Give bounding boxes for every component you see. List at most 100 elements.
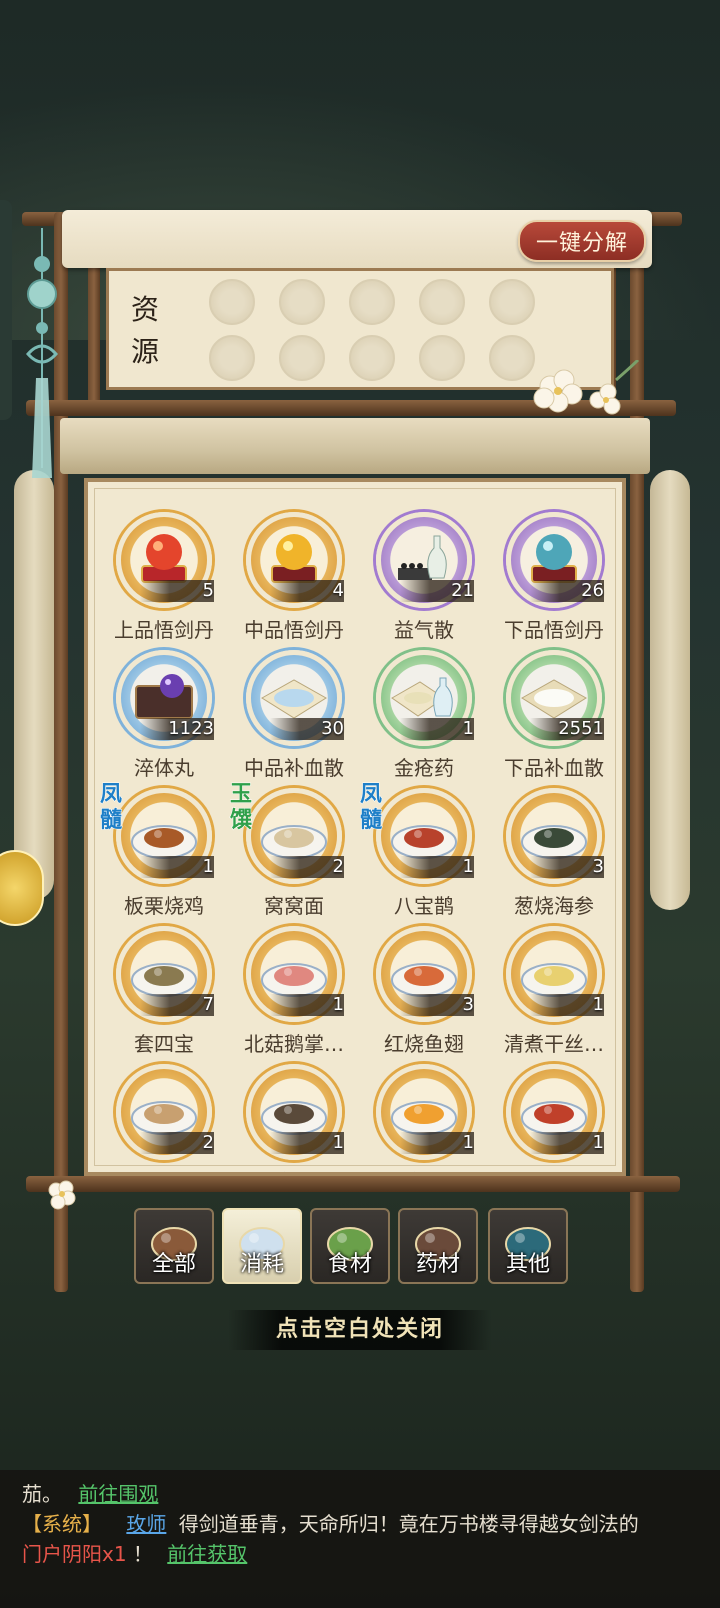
item-quality-tag: 玉馔 [230,782,253,834]
tab-label: 食材 [327,1252,372,1277]
flower-decoration-small-icon [48,1180,76,1210]
item-name: 红烧鱼翅 [384,1032,464,1056]
left-ribbon [14,470,54,900]
item-name: 清煮干丝… [504,1032,604,1056]
resource-slot[interactable] [279,335,325,381]
inventory-item[interactable]: 1 北菇鹅掌… [230,920,358,1056]
item-count: 2551 [558,718,604,739]
resource-slot[interactable] [349,335,395,381]
resource-slot[interactable] [279,279,325,325]
item-name: 上品悟剑丹 [114,618,214,642]
inventory-item[interactable]: 1燕窝米粉 [360,1058,488,1172]
inventory-item[interactable]: 1 八宝鹊 凤髓 [360,782,488,918]
inventory-item[interactable]: 1 金疮药 [360,644,488,780]
inventory-item[interactable]: 3 红烧鱼翅 [360,920,488,1056]
item-name: 燕窝甲鱼 [224,1166,364,1172]
item-quality-tag: 凤髓 [360,782,383,834]
resource-slot[interactable] [209,335,255,381]
tab-1[interactable]: 消耗 [222,1208,302,1284]
tab-3[interactable]: 药材 [398,1208,478,1284]
item-count: 1 [332,1132,344,1153]
left-inner-pole [88,262,100,412]
inventory-item[interactable]: 30 中品补血散 [230,644,358,780]
inventory-item[interactable]: 2 窝窝面 玉馔 [230,782,358,918]
resource-slot[interactable] [419,335,465,381]
item-name: 益气散 [394,618,454,642]
chat-text: ！ [132,1542,153,1566]
item-count: 1 [462,856,474,877]
item-name: 下品悟剑丹 [504,618,604,642]
inventory-item[interactable]: 4 中品悟剑丹 [230,506,358,642]
item-count: 7 [202,994,214,1015]
item-count: 1123 [168,718,214,739]
chat-reward: 门户阴阳x1 [22,1542,127,1566]
chat-system-tag: 【系统】 [22,1512,102,1536]
tab-label: 药材 [415,1252,460,1277]
item-name: 燕窝米粉 [354,1166,494,1172]
chat-player-name[interactable]: 玫师 [126,1512,166,1536]
tab-0[interactable]: 全部 [134,1208,214,1284]
resource-slot[interactable] [489,279,535,325]
jade-pendant-icon [26,228,58,478]
tab-2[interactable]: 食材 [310,1208,390,1284]
chat-message: 得剑道垂青，天命所归！竟在万书楼寻得越女剑法的 [178,1512,639,1536]
item-count: 1 [592,1132,604,1153]
item-count: 26 [581,580,604,601]
item-name: 套四宝 [134,1032,194,1056]
resource-slot[interactable] [349,279,395,325]
side-chat-button[interactable] [0,850,44,926]
tab-4[interactable]: 其他 [488,1208,568,1284]
item-count: 4 [332,580,344,601]
item-name: 葱烧海参 [514,894,594,918]
item-count: 21 [451,580,474,601]
inventory-item[interactable]: 1芋头焖鸡 [490,1058,618,1172]
decompose-all-button[interactable]: 一键分解 [518,220,646,262]
item-name: 鱼翅面 [94,1166,234,1172]
inventory-item[interactable]: 7 套四宝 [100,920,228,1056]
right-ribbon [650,470,690,910]
inventory-item[interactable]: 1123 淬体丸 [100,644,228,780]
inventory-item[interactable]: 21 益气散 [360,506,488,642]
chat-line-3: 门户阴阳x1 ！ 前往获取 [22,1538,247,1567]
inventory-item[interactable]: 1 清煮干丝… [490,920,618,1056]
inventory-paper: 5 上品悟剑丹 4 中品悟剑丹 21 益气散 26 下品悟剑丹 1123 淬体丸 30 中品补血散 1 金… [84,478,626,1176]
item-name: 中品悟剑丹 [244,618,344,642]
chat-link-obtain[interactable]: 前往获取 [167,1542,247,1566]
resource-label: 资源 [131,293,160,368]
item-name: 芋头焖鸡 [484,1166,622,1172]
item-count: 1 [202,856,214,877]
inventory-item[interactable]: 5 上品悟剑丹 [100,506,228,642]
inventory-item[interactable]: 1燕窝甲鱼 [230,1058,358,1172]
item-count: 1 [462,1132,474,1153]
bottom-rod [26,1176,680,1192]
item-name: 八宝鹊 [394,894,454,918]
resource-slot[interactable] [419,279,465,325]
item-name: 淬体丸 [134,756,194,780]
item-count: 3 [592,856,604,877]
item-count: 2 [332,856,344,877]
inventory-item[interactable]: 2551 下品补血散 [490,644,618,780]
item-name: 窝窝面 [264,894,324,918]
inventory-item[interactable]: 2鱼翅面 [100,1058,228,1172]
item-count: 1 [332,994,344,1015]
item-count: 3 [462,994,474,1015]
inventory-item[interactable]: 1 板栗烧鸡 凤髓 [100,782,228,918]
inventory-item[interactable]: 3 葱烧海参 [490,782,618,918]
chat-line-1: 茄。 前往围观 [22,1478,158,1507]
item-count: 5 [202,580,214,601]
chat-link-watch[interactable]: 前往围观 [78,1482,158,1506]
item-name: 中品补血散 [244,756,344,780]
item-name: 北菇鹅掌… [244,1032,344,1056]
item-quality-tag: 凤髓 [100,782,123,834]
close-hint[interactable]: 点击空白处关闭 [228,1310,492,1350]
item-count: 2 [202,1132,214,1153]
resource-slot[interactable] [209,279,255,325]
inventory-item[interactable]: 26 下品悟剑丹 [490,506,618,642]
left-edge-handle[interactable] [0,200,12,420]
item-name: 板栗烧鸡 [124,894,204,918]
item-name: 下品补血散 [504,756,604,780]
chat-panel: 茄。 前往围观 【系统】 玫师 得剑道垂青，天命所归！竟在万书楼寻得越女剑法的 … [0,1470,720,1608]
item-name: 金疮药 [394,756,454,780]
tab-label: 消耗 [239,1252,284,1277]
item-count: 1 [462,718,474,739]
